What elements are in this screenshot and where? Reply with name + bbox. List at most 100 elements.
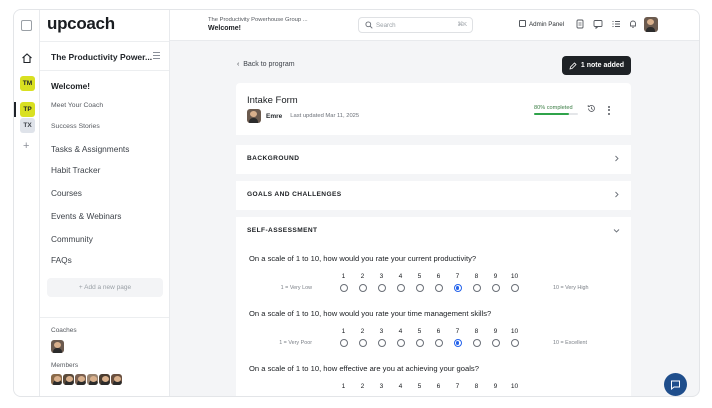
rating-radio[interactable] (377, 284, 386, 292)
rating-radio[interactable] (415, 339, 424, 347)
form-title: Intake Form (247, 95, 298, 106)
section-goals[interactable]: GOALS AND CHALLENGES (236, 181, 631, 210)
search-input[interactable]: Search ⌘K (358, 17, 473, 33)
scale-number: 8 (474, 273, 479, 280)
scale-number: 3 (379, 273, 384, 280)
scale-number: 9 (493, 383, 498, 390)
sidebar-item-faqs[interactable]: FAQs (51, 255, 72, 265)
program-title[interactable]: The Productivity Power... (51, 52, 152, 62)
rating-radio[interactable] (453, 284, 462, 292)
progress-text: 80% completed (534, 105, 573, 111)
question-text: On a scale of 1 to 10, how effective are… (249, 364, 479, 373)
section-self-assessment[interactable]: SELF-ASSESSMENT (236, 217, 631, 246)
rating-radio[interactable] (396, 339, 405, 347)
workspace-tx[interactable]: TX (20, 118, 35, 133)
sidebar-toggle-icon[interactable] (21, 20, 32, 31)
scale-number: 6 (436, 273, 441, 280)
admin-panel-link[interactable]: Admin Panel (519, 20, 564, 28)
chat-bubble-icon[interactable] (593, 19, 603, 29)
scale-number: 3 (379, 328, 384, 335)
rating-radio[interactable] (491, 284, 500, 292)
home-icon[interactable] (21, 52, 33, 64)
history-icon[interactable] (587, 104, 596, 113)
sidebar-item-courses[interactable]: Courses (51, 188, 82, 198)
self-assessment-body: On a scale of 1 to 10, how would you rat… (236, 246, 631, 396)
program-header: The Productivity Power... (40, 41, 169, 71)
scale-low-label: 1 = Very Low (280, 285, 312, 291)
rating-radio[interactable] (434, 339, 443, 347)
rating-radio[interactable] (453, 339, 462, 347)
rating-radio[interactable] (339, 284, 348, 292)
scale-number: 6 (436, 328, 441, 335)
rating-radio[interactable] (434, 284, 443, 292)
member-avatars[interactable] (51, 374, 123, 385)
workspace-tp[interactable]: TP (20, 102, 35, 117)
user-avatar[interactable] (644, 17, 658, 32)
coach-avatar[interactable] (51, 340, 64, 353)
brand-logo: upcoach (47, 14, 115, 33)
notes-button[interactable]: 1 note added (562, 56, 631, 75)
rating-radio[interactable] (358, 284, 367, 292)
scale-number: 2 (360, 273, 365, 280)
sidebar-item-meet-your-coach[interactable]: Meet Your Coach (51, 102, 103, 109)
scale-numbers: 1 2 3 4 5 6 7 8 9 10 (334, 383, 524, 390)
scale-number: 2 (360, 383, 365, 390)
top-bar: The Productivity Powerhouse Group ... We… (170, 10, 699, 41)
document-icon[interactable] (575, 19, 585, 29)
scale-number: 8 (474, 328, 479, 335)
task-list-icon[interactable] (611, 19, 621, 29)
sidebar-item-tasks[interactable]: Tasks & Assignments (51, 144, 129, 154)
workspace-tm[interactable]: TM (20, 76, 35, 91)
rating-radio[interactable] (339, 339, 348, 347)
sidebar-item-community[interactable]: Community (51, 234, 93, 244)
rating-radio[interactable] (396, 284, 405, 292)
rating-radio[interactable] (472, 339, 481, 347)
search-shortcut: ⌘K (457, 22, 467, 28)
scale-number: 10 (510, 328, 519, 335)
scale-number: 9 (493, 328, 498, 335)
rating-radio[interactable] (491, 339, 500, 347)
scale-number: 1 (341, 383, 346, 390)
sidebar-item-events[interactable]: Events & Webinars (51, 211, 121, 221)
program-sidebar: upcoach The Productivity Power... Welcom… (40, 10, 170, 396)
sidebar-item-welcome[interactable]: Welcome! (51, 81, 90, 91)
rating-radio[interactable] (415, 284, 424, 292)
sidebar-item-success-stories[interactable]: Success Stories (51, 123, 100, 130)
scale-number: 5 (417, 383, 422, 390)
rating-radio-group (334, 339, 524, 347)
section-title: GOALS AND CHALLENGES (247, 191, 342, 198)
program-menu-icon[interactable] (153, 52, 160, 61)
chat-launcher-button[interactable] (664, 373, 687, 396)
pencil-icon (569, 61, 577, 70)
progress-bar (534, 113, 578, 115)
main-content: ‹ Back to program 1 note added Intake Fo… (170, 41, 699, 396)
sidebar-item-habit-tracker[interactable]: Habit Tracker (51, 165, 100, 175)
add-workspace-icon[interactable]: + (23, 140, 29, 152)
more-options-icon[interactable] (608, 106, 610, 116)
back-to-program-link[interactable]: ‹ Back to program (237, 61, 295, 68)
sidebar-divider (40, 317, 169, 318)
section-title: SELF-ASSESSMENT (247, 227, 318, 234)
progress-fill (534, 113, 570, 115)
active-workspace-indicator (14, 102, 16, 117)
workspace-rail: TM TP TX + (14, 10, 40, 396)
scale-number: 1 (341, 273, 346, 280)
scale-number: 5 (417, 273, 422, 280)
bell-icon[interactable] (628, 19, 638, 29)
scale-number: 4 (398, 383, 403, 390)
rating-radio[interactable] (510, 284, 519, 292)
admin-panel-label: Admin Panel (529, 21, 565, 28)
rating-radio[interactable] (472, 284, 481, 292)
admin-panel-icon (519, 20, 526, 27)
back-label: Back to program (243, 61, 295, 68)
rating-radio[interactable] (358, 339, 367, 347)
question-text: On a scale of 1 to 10, how would you rat… (249, 309, 492, 318)
section-background[interactable]: BACKGROUND (236, 145, 631, 174)
breadcrumb-group[interactable]: The Productivity Powerhouse Group ... (208, 17, 308, 23)
scale-high-label: 10 = Excellent (553, 340, 588, 346)
add-page-button[interactable]: + Add a new page (47, 278, 163, 297)
breadcrumb-page: Welcome! (208, 25, 241, 32)
rating-radio[interactable] (510, 339, 519, 347)
search-placeholder: Search (376, 22, 396, 29)
rating-radio[interactable] (377, 339, 386, 347)
